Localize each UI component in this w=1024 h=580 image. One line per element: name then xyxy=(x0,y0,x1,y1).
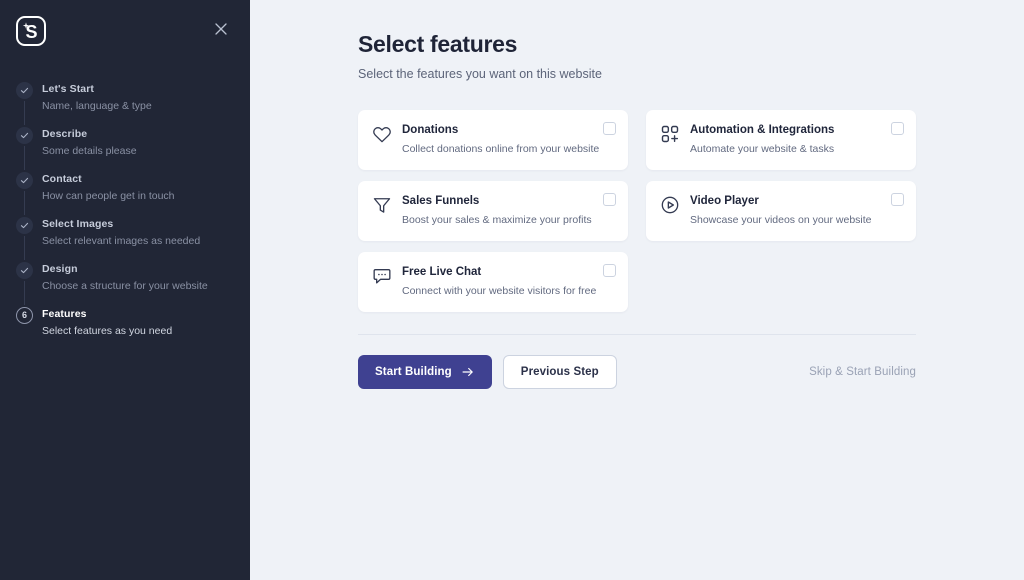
sidebar-step-contact[interactable]: Contact How can people get in touch xyxy=(16,172,250,217)
wizard-sidebar: S Let's Start Name, language & type Desc… xyxy=(0,0,250,580)
step-number-badge: 6 xyxy=(16,307,33,324)
step-title: Features xyxy=(42,308,87,320)
sidebar-step-select-images[interactable]: Select Images Select relevant images as … xyxy=(16,217,250,262)
feature-checkbox-sales-funnels[interactable] xyxy=(603,193,616,206)
step-subtitle: Name, language & type xyxy=(42,100,152,112)
feature-checkbox-donations[interactable] xyxy=(603,122,616,135)
grid-plus-icon xyxy=(660,124,680,144)
step-number: 6 xyxy=(21,310,27,320)
feature-checkbox-video-player[interactable] xyxy=(891,193,904,206)
start-building-label: Start Building xyxy=(375,366,452,378)
app-logo-s-icon: S xyxy=(16,16,46,46)
feature-card-video-player[interactable]: Video Player Showcase your videos on you… xyxy=(646,181,916,241)
step-connector xyxy=(24,236,25,260)
step-check-icon xyxy=(16,127,33,144)
sparkle-icon xyxy=(22,22,30,29)
sidebar-step-design[interactable]: Design Choose a structure for your websi… xyxy=(16,262,250,307)
play-circle-icon xyxy=(660,195,680,215)
sidebar-step-features[interactable]: 6 Features Select features as you need xyxy=(16,307,250,338)
feature-subtitle: Showcase your videos on your website xyxy=(690,214,872,226)
wizard-actions: Start Building Previous Step Skip & Star… xyxy=(358,355,916,389)
step-connector xyxy=(24,101,25,125)
sidebar-step-lets-start[interactable]: Let's Start Name, language & type xyxy=(16,82,250,127)
step-check-icon xyxy=(16,82,33,99)
step-subtitle: Select relevant images as needed xyxy=(42,235,201,247)
feature-title: Automation & Integrations xyxy=(690,124,835,136)
feature-card-sales-funnels[interactable]: Sales Funnels Boost your sales & maximiz… xyxy=(358,181,628,241)
feature-title: Donations xyxy=(402,124,459,136)
feature-card-free-live-chat[interactable]: Free Live Chat Connect with your website… xyxy=(358,252,628,312)
feature-checkbox-free-live-chat[interactable] xyxy=(603,264,616,277)
step-title: Contact xyxy=(42,173,82,185)
feature-card-grid: Donations Collect donations online from … xyxy=(358,110,916,312)
step-list: Let's Start Name, language & type Descri… xyxy=(0,82,250,338)
feature-card-donations[interactable]: Donations Collect donations online from … xyxy=(358,110,628,170)
skip-and-start-building-link[interactable]: Skip & Start Building xyxy=(809,366,916,378)
step-connector xyxy=(24,281,25,305)
start-building-button[interactable]: Start Building xyxy=(358,355,492,389)
feature-title: Free Live Chat xyxy=(402,266,482,278)
arrow-right-icon xyxy=(461,365,475,379)
step-subtitle: Select features as you need xyxy=(42,325,173,337)
step-title: Let's Start xyxy=(42,83,95,95)
step-check-icon xyxy=(16,217,33,234)
funnel-icon xyxy=(372,195,392,215)
step-connector xyxy=(24,191,25,215)
step-subtitle: Some details please xyxy=(42,145,137,157)
heart-icon xyxy=(372,124,392,144)
step-subtitle: How can people get in touch xyxy=(42,190,175,202)
page-title: Select features xyxy=(358,31,518,57)
feature-card-automation-integrations[interactable]: Automation & Integrations Automate your … xyxy=(646,110,916,170)
feature-subtitle: Collect donations online from your websi… xyxy=(402,143,600,155)
step-connector xyxy=(24,146,25,170)
step-title: Design xyxy=(42,263,78,275)
feature-subtitle: Connect with your website visitors for f… xyxy=(402,285,597,297)
page-subtitle: Select the features you want on this web… xyxy=(358,67,602,81)
step-check-icon xyxy=(16,172,33,189)
feature-title: Video Player xyxy=(690,195,759,207)
sidebar-step-describe[interactable]: Describe Some details please xyxy=(16,127,250,172)
feature-checkbox-automation-integrations[interactable] xyxy=(891,122,904,135)
chat-bubble-icon xyxy=(372,266,392,286)
previous-step-button[interactable]: Previous Step xyxy=(502,355,617,389)
feature-subtitle: Boost your sales & maximize your profits xyxy=(402,214,592,226)
actions-divider xyxy=(358,334,916,335)
main-content: Select features Select the features you … xyxy=(250,0,1024,580)
sidebar-header: S xyxy=(0,16,250,60)
step-title: Describe xyxy=(42,128,88,140)
feature-title: Sales Funnels xyxy=(402,195,480,207)
step-check-icon xyxy=(16,262,33,279)
close-icon[interactable] xyxy=(210,18,232,40)
feature-subtitle: Automate your website & tasks xyxy=(690,143,835,155)
step-subtitle: Choose a structure for your website xyxy=(42,280,208,292)
step-title: Select Images xyxy=(42,218,114,230)
